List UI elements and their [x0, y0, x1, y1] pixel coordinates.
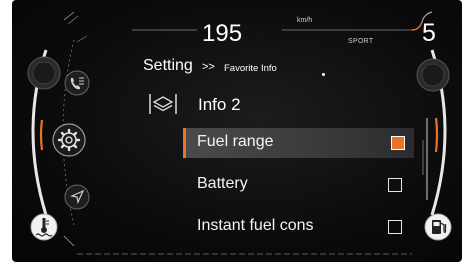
breadcrumb-separator: >> [202, 61, 215, 73]
menu-item-label: Fuel range [197, 133, 274, 150]
menu-item-label: Instant fuel cons [197, 217, 314, 234]
menu-item-battery[interactable]: Battery [183, 170, 414, 200]
section-title: Info 2 [198, 95, 241, 114]
breadcrumb-favorite-info: Favorite Info [224, 63, 277, 74]
checkbox[interactable] [388, 178, 402, 192]
fuel-pump-icon [424, 213, 452, 241]
layers-icon [149, 94, 177, 114]
settings-gear-icon[interactable] [52, 123, 86, 157]
menu-item-instant-fuel-cons[interactable]: Instant fuel cons [183, 212, 414, 242]
navigation-arrow-icon[interactable] [64, 184, 90, 210]
gear-indicator: 5 [422, 19, 436, 47]
menu-item-fuel-range[interactable]: Fuel range [183, 128, 414, 158]
checkbox[interactable] [388, 220, 402, 234]
cluster-display: 195 km/h SPORT 5 Setting >> Favorite Inf… [12, 0, 462, 262]
coolant-temperature-icon [30, 213, 58, 241]
speed-unit-label: km/h [297, 17, 313, 24]
breadcrumb-setting[interactable]: Setting [143, 57, 193, 75]
indicator-dot [322, 73, 325, 76]
phone-list-icon[interactable] [64, 70, 90, 96]
drive-mode-label: SPORT [348, 38, 374, 45]
menu-item-label: Battery [197, 175, 248, 192]
checkbox[interactable] [391, 136, 405, 150]
speed-value: 195 [202, 20, 243, 47]
